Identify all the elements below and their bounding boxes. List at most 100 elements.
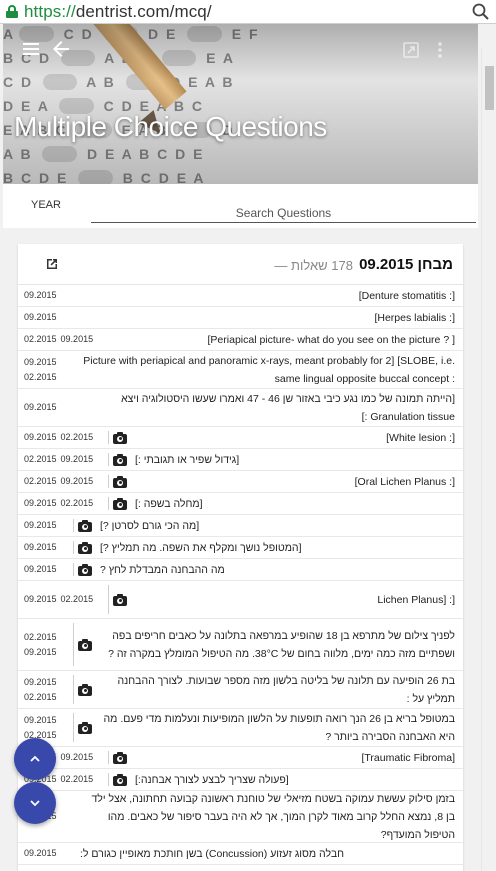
question-date: 02.2015 <box>60 498 94 508</box>
question-dates: 09.201502.2015 <box>24 671 57 708</box>
row-divider <box>73 541 74 554</box>
question-text[interactable]: מה ההבחנה המבדלת לחץ ? <box>100 559 455 580</box>
question-date: 09.2015 <box>24 312 57 322</box>
open-in-new-icon[interactable] <box>44 256 60 272</box>
question-text[interactable]: [White lesion :] <box>135 427 455 448</box>
menu-icon[interactable] <box>19 37 43 61</box>
question-row[interactable]: 09.2015 02.2015 Lichen Planus] :] <box>18 581 463 619</box>
row-divider <box>73 519 74 532</box>
row-divider <box>108 431 109 444</box>
question-date: 09.2015 <box>24 564 57 574</box>
camera-icon <box>113 475 127 488</box>
question-date: 09.2015 <box>24 402 57 412</box>
row-divider <box>108 453 109 466</box>
chevron-down-icon <box>30 800 40 807</box>
row-divider <box>73 675 74 704</box>
question-date: 09.2015 <box>24 290 57 300</box>
question-row[interactable]: 02.201509.2015[Traumatic Fibroma] <box>18 747 463 769</box>
camera-icon <box>113 773 127 786</box>
question-dates: 09.2015 <box>24 843 57 864</box>
hero-banner: A●B C D ●C D E ●D E F B C D ●E A B C ●D … <box>3 24 478 184</box>
row-divider <box>73 563 74 576</box>
address-bar[interactable]: https://dentrist.com/mcq/ <box>0 0 496 24</box>
question-text[interactable]: [מה הכי גורם לסרטן ?] <box>100 515 455 536</box>
question-text[interactable]: [פעולה שצריך לבצע לצורך אבחנה:] <box>135 769 455 790</box>
question-row[interactable]: 09.2015בזמן סילוק עששת עמוקה בשטח מזיאלי… <box>18 791 463 843</box>
question-row[interactable]: 09.2015 [Denture stomatitis :] <box>18 285 463 307</box>
question-text[interactable]: חבלה מסוג זעזוע (Concussion) בשן חותכת מ… <box>80 843 455 864</box>
share-icon[interactable] <box>399 38 423 62</box>
question-date: 02.2015 <box>24 371 57 382</box>
scrollbar-thumb[interactable] <box>485 66 494 110</box>
question-date: 09.2015 <box>24 594 57 604</box>
question-date: 02.2015 <box>60 594 94 604</box>
camera-icon <box>113 497 127 510</box>
camera-icon <box>113 751 127 764</box>
question-text[interactable]: בזמן סילוק עששת עמוקה בשטח מזיאלי של טוח… <box>80 791 455 842</box>
row-divider <box>108 585 109 614</box>
question-text[interactable]: לפניך צילום של מתרפא בן 18 שהופיע במרפאה… <box>100 619 455 670</box>
question-row[interactable]: 09.2015 חבלה מסוג זעזוע (Concussion) בשן … <box>18 843 463 865</box>
question-text[interactable]: בת 26 הופיעה עם תלונה של בליטה בלשון מזה… <box>100 671 455 708</box>
zoom-icon[interactable] <box>472 3 490 21</box>
question-text[interactable]: [Traumatic Fibroma] <box>135 747 455 768</box>
question-row[interactable]: 09.2015 02.2015 במטופל בריא בן 26 הנך רואה… <box>18 709 463 747</box>
more-vert-icon[interactable] <box>428 38 452 62</box>
camera-icon <box>78 683 92 696</box>
scroll-down-button[interactable] <box>14 782 56 824</box>
url-text[interactable]: https://dentrist.com/mcq/ <box>24 2 212 22</box>
question-text[interactable]: [המטופל נושך ומקלף את השפה. מה תמליץ ?] <box>100 537 455 558</box>
scroll-up-button[interactable] <box>14 738 56 780</box>
question-row[interactable]: 09.2015 02.2015 [מחלה בשפה :] <box>18 493 463 515</box>
question-dates: 09.201502.2015 <box>24 581 93 618</box>
question-date: 09.2015 <box>24 542 57 552</box>
question-date: 09.2015 <box>60 334 94 344</box>
page-viewport: A●B C D ●C D E ●D E F B C D ●E A B C ●D … <box>0 24 496 871</box>
camera-icon <box>113 431 127 444</box>
question-date: 09.2015 <box>24 520 57 530</box>
question-row[interactable]: 09.2015 מה ההבחנה המבדלת לחץ ? <box>18 559 463 581</box>
question-text[interactable]: [גידול שפיר או תגובתי :] <box>135 449 455 470</box>
question-row[interactable]: 02.2015 09.2015 [גידול שפיר או תגובתי :] <box>18 449 463 471</box>
question-dates: 09.201502.2015 <box>24 427 93 448</box>
question-text[interactable]: [Oral Lichen Planus :] <box>135 471 455 492</box>
question-row[interactable]: 09.2015 02.2015 [White lesion :] <box>18 427 463 449</box>
question-row[interactable]: 09.2015 [המטופל נושך ומקלף את השפה. מה תמ… <box>18 537 463 559</box>
row-divider <box>108 773 109 786</box>
question-text[interactable]: [Periapical picture- what do you see on … <box>118 329 455 350</box>
back-arrow-icon[interactable] <box>49 37 73 61</box>
question-date: 09.2015 <box>24 356 57 367</box>
question-row[interactable]: 02.2015 09.2015 [Oral Lichen Planus :] <box>18 471 463 493</box>
question-date: 02.2015 <box>24 334 57 344</box>
question-dates: 09.2015 <box>24 559 57 580</box>
camera-icon <box>78 721 92 734</box>
scrollbar[interactable] <box>481 48 496 871</box>
question-row[interactable]: 09.2015 [Herpes labialis :] <box>18 307 463 329</box>
question-text[interactable]: Picture with periapical and panoramic x-… <box>80 351 455 388</box>
question-text[interactable]: [Denture stomatitis :] <box>80 285 455 306</box>
question-row[interactable]: 09.2015 02.2015 בת 26 הופיעה עם תלונה של ב… <box>18 671 463 709</box>
question-row[interactable]: 09.201502.2015[פעולה שצריך לבצע לצורך אב… <box>18 769 463 791</box>
question-dates: 09.2015 <box>24 515 57 536</box>
question-row[interactable]: 02.2015 09.2015 לפניך צילום של מתרפא בן 18… <box>18 619 463 671</box>
question-dates: 02.201509.2015 <box>24 471 93 492</box>
camera-icon <box>78 541 92 554</box>
page-title: Multiple Choice Questions <box>14 111 327 142</box>
question-text[interactable]: [מחלה בשפה :] <box>135 493 455 514</box>
question-text[interactable]: [Herpes labialis :] <box>80 307 455 328</box>
question-dates: 09.2015 <box>24 307 57 328</box>
question-date: 09.2015 <box>24 646 57 657</box>
question-row[interactable]: 02.2015 09.2015 [Periapical picture- what … <box>18 329 463 351</box>
search-input[interactable] <box>91 203 476 223</box>
question-row[interactable]: 09.2015 [הייתה תמונה של כמו נגע כיבי באזו… <box>18 389 463 427</box>
question-row[interactable]: 09.2015 [מה הכי גורם לסרטן ?] <box>18 515 463 537</box>
question-text[interactable]: במטופל בריא בן 26 הנך רואה תופעות על הלש… <box>100 709 455 746</box>
question-date: 09.2015 <box>24 714 57 725</box>
question-dates: 09.2015 02.2015 <box>24 351 57 388</box>
question-text[interactable]: [הייתה תמונה של כמו נגע כיבי באזור שן 46… <box>80 389 455 426</box>
question-row[interactable]: 09.2015 02.2015 Picture with periapical an… <box>18 351 463 389</box>
filter-bar: YEAR <box>3 184 478 228</box>
question-text[interactable]: Lichen Planus] :] <box>135 581 455 618</box>
year-filter[interactable]: YEAR <box>31 199 61 211</box>
question-date: 02.2015 <box>24 691 57 702</box>
